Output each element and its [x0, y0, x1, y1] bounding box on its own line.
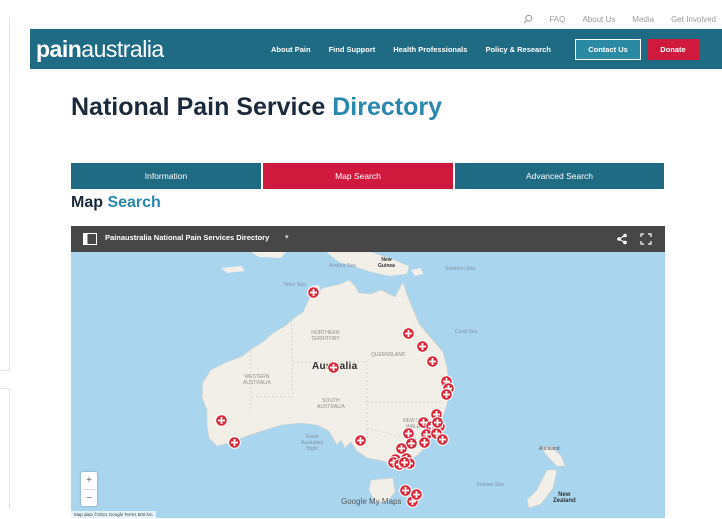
map-marker[interactable] — [435, 432, 449, 446]
label-auckland: Auckland — [539, 446, 560, 452]
label-great-australian-bight: Great Australian Bight — [301, 434, 324, 452]
page-title: National Pain Service Directory — [71, 93, 442, 121]
nav-policy-research[interactable]: Policy & Research — [485, 45, 550, 54]
zoom-out-button[interactable]: − — [81, 490, 97, 507]
map-marker[interactable] — [430, 415, 444, 429]
map-header: Painaustralia National Pain Services Dir… — [71, 226, 665, 252]
map-title: Painaustralia National Pain Services Dir… — [105, 233, 270, 242]
section-title: Map Search — [71, 194, 161, 211]
nav-find-support[interactable]: Find Support — [329, 45, 376, 54]
chevron-down-icon[interactable]: ▾ — [285, 233, 289, 241]
map-attribution: Map data ©2021 Google Terms 500 km — [71, 511, 156, 518]
left-panel-edge — [0, 0, 12, 519]
nav-about-pain[interactable]: About Pain — [271, 45, 311, 54]
utility-link-get-involved[interactable]: Get Involved — [671, 15, 716, 24]
main-navbar: painaustralia About Pain Find Support He… — [30, 29, 722, 69]
nav-health-professionals[interactable]: Health Professionals — [393, 45, 467, 54]
map-marker[interactable] — [227, 435, 241, 449]
label-northern-territory: NORTHERN TERRITORY — [311, 330, 340, 342]
label-timor-sea: Timor Sea — [283, 282, 306, 288]
label-tasman-sea: Tasman Sea — [476, 482, 504, 488]
label-south-australia: SOUTH AUSTRALIA — [317, 398, 345, 410]
tab-advanced-search[interactable]: Advanced Search — [455, 163, 664, 189]
utility-link-faq[interactable]: FAQ — [549, 15, 565, 24]
utility-link-media[interactable]: Media — [632, 15, 654, 24]
map-marker[interactable] — [425, 354, 439, 368]
map-marker[interactable] — [415, 339, 429, 353]
fullscreen-icon[interactable] — [639, 232, 653, 246]
label-western-australia: WESTERN AUSTRALIA — [243, 374, 271, 386]
map-marker[interactable] — [326, 360, 340, 374]
directory-tabs: Information Map Search Advanced Search — [71, 163, 664, 189]
donate-button[interactable]: Donate — [647, 39, 699, 60]
map-marker[interactable] — [353, 433, 367, 447]
map-marker[interactable] — [439, 387, 453, 401]
map-marker[interactable] — [417, 435, 431, 449]
label-new-zealand: New Zealand — [553, 492, 576, 504]
label-coral-sea: Coral Sea — [455, 329, 478, 335]
map-embed[interactable]: Painaustralia National Pain Services Dir… — [71, 226, 665, 518]
map-marker[interactable] — [214, 413, 228, 427]
google-my-maps-logo: Google My Maps — [341, 497, 402, 506]
map-marker[interactable] — [306, 285, 320, 299]
label-arafura-sea: Arafura Sea — [329, 263, 356, 269]
tab-information[interactable]: Information — [71, 163, 261, 189]
utility-link-about-us[interactable]: About Us — [582, 15, 615, 24]
tab-map-search[interactable]: Map Search — [263, 163, 453, 189]
share-icon[interactable] — [615, 232, 629, 246]
search-icon[interactable] — [519, 10, 537, 28]
site-logo[interactable]: painaustralia — [36, 36, 164, 62]
map-marker[interactable] — [401, 326, 415, 340]
zoom-in-button[interactable]: + — [81, 472, 97, 489]
zoom-control: + − — [81, 472, 97, 506]
map-marker[interactable] — [409, 487, 423, 501]
label-solomon-sea: Solomon Sea — [445, 266, 476, 272]
label-queensland: QUEENSLAND — [371, 352, 406, 358]
label-new-guinea: New Guinea — [378, 257, 395, 269]
map-marker[interactable] — [397, 455, 411, 469]
contact-us-button[interactable]: Contact Us — [575, 39, 641, 60]
map-terrain — [201, 252, 566, 509]
utility-nav: FAQ About Us Media Get Involved — [519, 10, 722, 28]
legend-menu-icon[interactable] — [83, 233, 97, 245]
